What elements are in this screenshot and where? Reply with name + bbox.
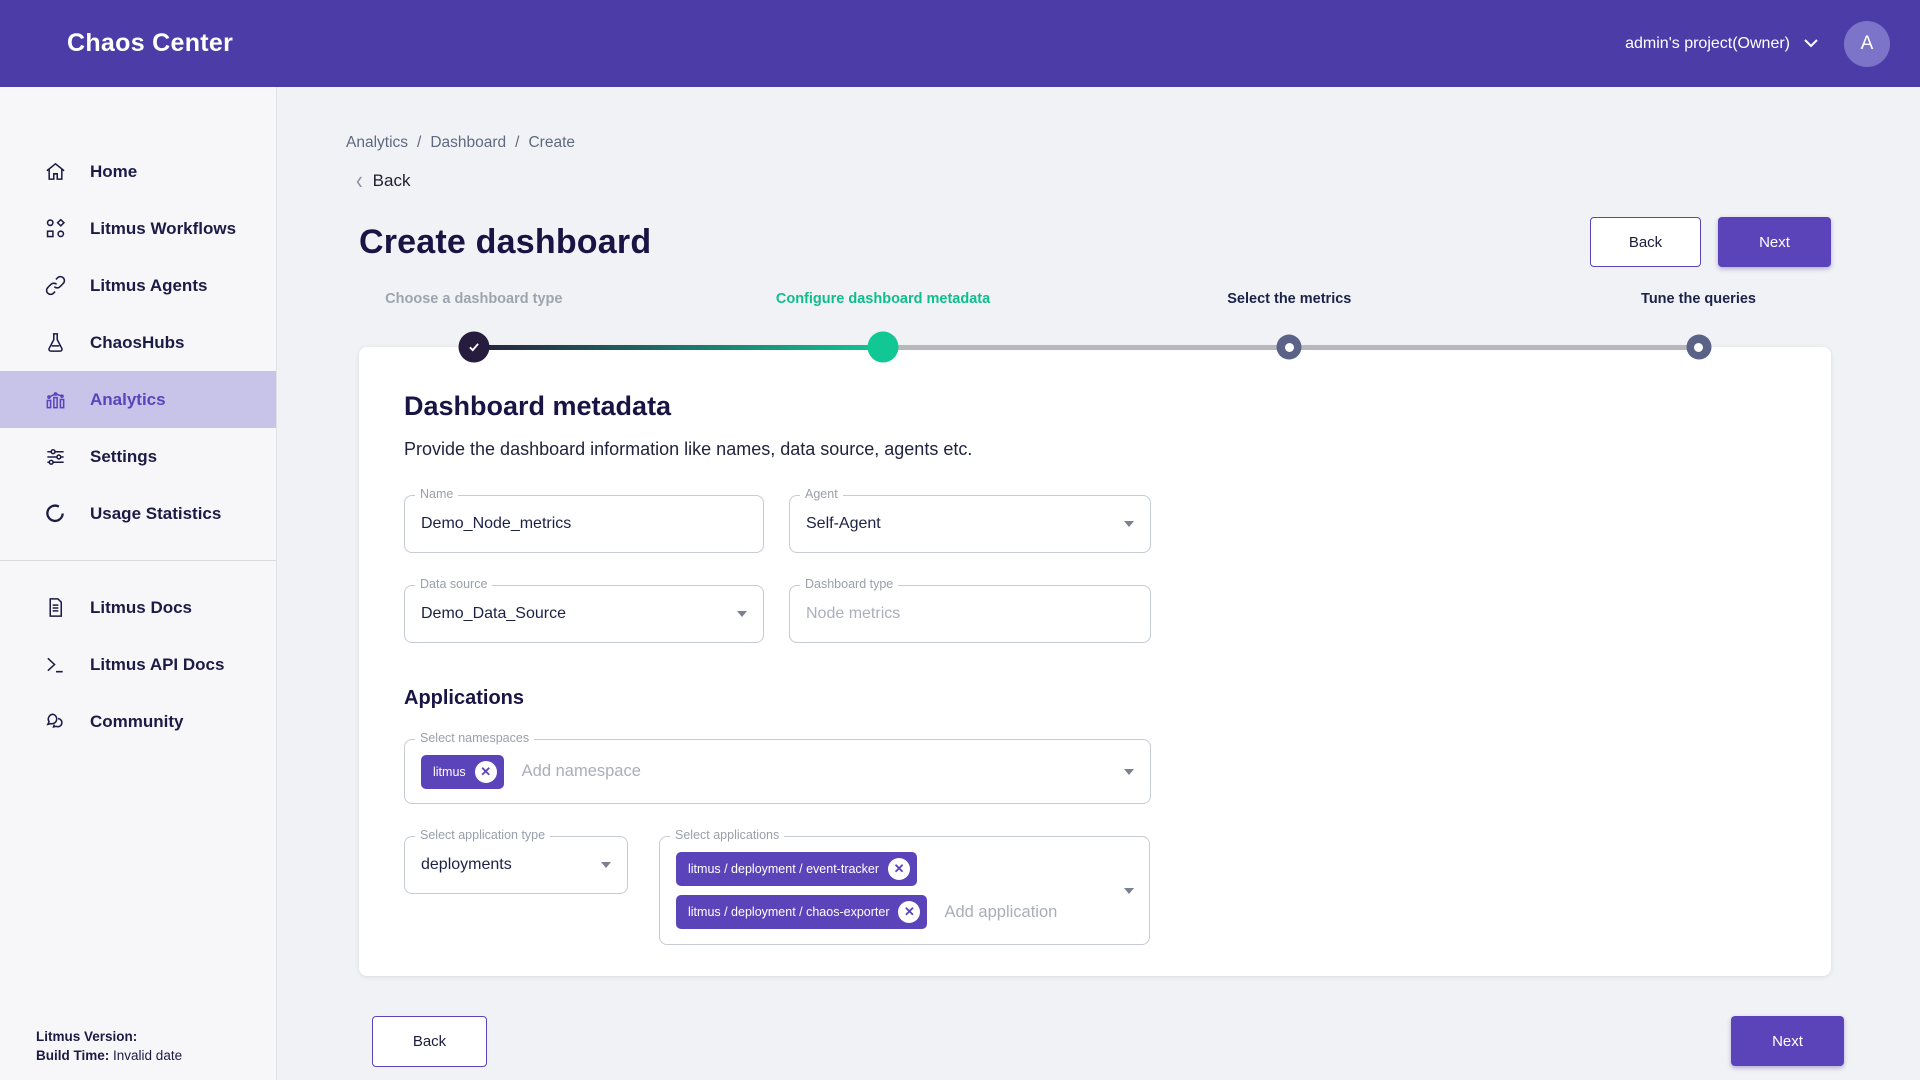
card-subheading: Provide the dashboard information like n… <box>404 439 1786 460</box>
namespace-chip: litmus ✕ <box>421 755 504 789</box>
stepper-connector-done <box>474 345 883 350</box>
chip-remove-icon[interactable]: ✕ <box>475 761 497 783</box>
agent-select[interactable]: Agent Self-Agent <box>789 495 1151 553</box>
usage-circle-icon <box>44 502 67 525</box>
sidebar-item-usage-statistics[interactable]: Usage Statistics <box>0 485 276 542</box>
document-icon <box>44 596 67 619</box>
name-field[interactable]: Name <box>404 495 764 553</box>
sidebar-item-home[interactable]: Home <box>0 143 276 200</box>
check-icon <box>466 340 481 355</box>
sidebar: Home Litmus Workflows Litmus Agents Chao… <box>0 87 277 1080</box>
page-title: Create dashboard <box>359 223 651 262</box>
step-dot-queries[interactable] <box>1686 335 1711 360</box>
chevron-left-icon: ‹ <box>356 168 363 194</box>
dashboard-type-field[interactable]: Dashboard type <box>789 585 1151 643</box>
application-type-select[interactable]: Select application type deployments <box>404 836 628 894</box>
application-chip: litmus / deployment / chaos-exporter ✕ <box>676 895 927 929</box>
application-chip: litmus / deployment / event-tracker ✕ <box>676 852 917 886</box>
app-title: Chaos Center <box>67 29 233 58</box>
step-dot-metrics[interactable] <box>1277 335 1302 360</box>
dropdown-caret-icon <box>737 611 747 617</box>
analytics-icon <box>44 388 67 411</box>
dropdown-caret-icon <box>1124 769 1134 775</box>
terminal-icon <box>44 653 67 676</box>
sidebar-item-settings[interactable]: Settings <box>0 428 276 485</box>
dropdown-caret-icon <box>1124 521 1134 527</box>
link-icon <box>44 274 67 297</box>
applications-select-field[interactable]: Select applications litmus / deployment … <box>659 836 1150 945</box>
back-button-bottom[interactable]: Back <box>372 1016 487 1067</box>
chat-bubbles-icon <box>44 710 67 733</box>
sidebar-item-community[interactable]: Community <box>0 693 276 750</box>
add-namespace-placeholder[interactable]: Add namespace <box>522 762 641 781</box>
avatar[interactable]: A <box>1844 21 1890 67</box>
breadcrumb-dashboard[interactable]: Dashboard <box>430 134 506 152</box>
sidebar-item-analytics[interactable]: Analytics <box>0 371 276 428</box>
sliders-icon <box>44 445 67 468</box>
step-label-4: Tune the queries <box>1641 291 1756 307</box>
back-button-top[interactable]: Back <box>1590 217 1701 267</box>
add-application-placeholder[interactable]: Add application <box>944 903 1057 922</box>
step-dot-completed[interactable] <box>458 332 489 363</box>
step-label-3: Select the metrics <box>1227 291 1351 307</box>
breadcrumb-analytics[interactable]: Analytics <box>346 134 408 152</box>
dashboard-type-input[interactable] <box>806 605 1134 623</box>
sidebar-version-info: Litmus Version: Build Time: Invalid date <box>36 1027 182 1066</box>
name-input[interactable] <box>421 515 747 533</box>
chip-remove-icon[interactable]: ✕ <box>898 901 920 923</box>
home-icon <box>44 160 67 183</box>
next-button-bottom[interactable]: Next <box>1731 1016 1844 1066</box>
breadcrumb-create[interactable]: Create <box>528 134 575 152</box>
namespaces-field[interactable]: Select namespaces litmus ✕ Add namespace <box>404 739 1151 804</box>
workflows-icon <box>44 217 67 240</box>
chevron-down-icon <box>1804 39 1818 48</box>
app-header: Chaos Center admin's project(Owner) A <box>0 0 1920 87</box>
breadcrumb: Analytics / Dashboard / Create <box>346 134 1831 152</box>
project-selector[interactable]: admin's project(Owner) <box>1625 35 1818 53</box>
back-link[interactable]: ‹ Back <box>356 171 1831 191</box>
applications-heading: Applications <box>404 687 1786 710</box>
chip-remove-icon[interactable]: ✕ <box>888 858 910 880</box>
project-label: admin's project(Owner) <box>1625 35 1790 53</box>
dropdown-caret-icon <box>1124 888 1134 894</box>
next-button-top[interactable]: Next <box>1718 217 1831 267</box>
data-source-select[interactable]: Data source Demo_Data_Source <box>404 585 764 643</box>
step-dot-active[interactable] <box>868 332 899 363</box>
flask-icon <box>44 331 67 354</box>
card-heading: Dashboard metadata <box>404 391 1786 422</box>
stepper: Choose a dashboard type Configure dashbo… <box>359 291 1831 363</box>
dashboard-metadata-card: Dashboard metadata Provide the dashboard… <box>359 347 1831 976</box>
sidebar-divider <box>0 560 276 561</box>
sidebar-item-litmus-docs[interactable]: Litmus Docs <box>0 579 276 636</box>
sidebar-item-litmus-api-docs[interactable]: Litmus API Docs <box>0 636 276 693</box>
sidebar-item-litmus-agents[interactable]: Litmus Agents <box>0 257 276 314</box>
dropdown-caret-icon <box>601 862 611 868</box>
step-label-1: Choose a dashboard type <box>385 291 562 307</box>
main-content: Analytics / Dashboard / Create ‹ Back Cr… <box>277 87 1920 1080</box>
step-label-2: Configure dashboard metadata <box>776 291 990 307</box>
sidebar-item-chaoshubs[interactable]: ChaosHubs <box>0 314 276 371</box>
sidebar-item-litmus-workflows[interactable]: Litmus Workflows <box>0 200 276 257</box>
